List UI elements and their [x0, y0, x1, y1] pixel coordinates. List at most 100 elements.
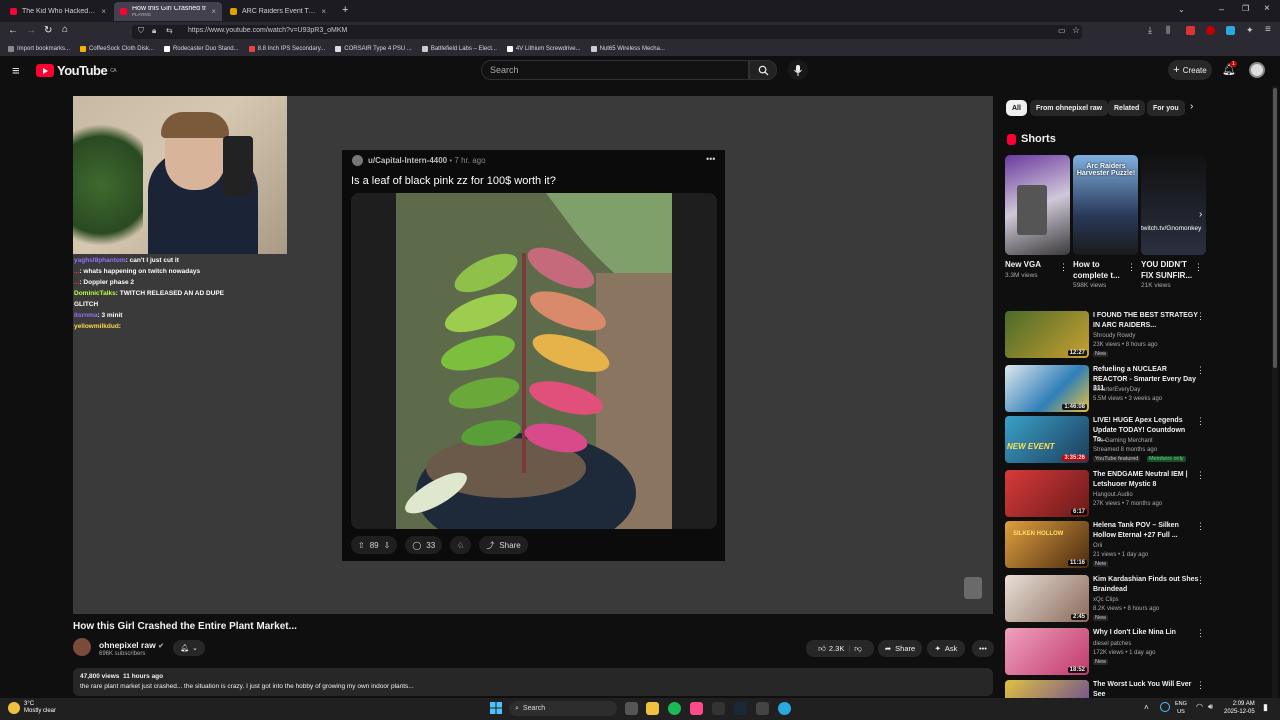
short-title[interactable]: New VGA — [1005, 259, 1063, 270]
downloads-icon[interactable]: ⤓ — [1148, 25, 1152, 36]
extension-icon[interactable] — [1206, 26, 1215, 35]
browser-tab-active[interactable]: How this Girl Crashed the Entire PLAYING… — [114, 2, 222, 21]
short-thumbnail[interactable] — [1005, 155, 1070, 255]
page-scrollbar-thumb[interactable] — [1273, 88, 1277, 368]
channel-watermark-icon[interactable] — [964, 577, 982, 599]
recommended-video[interactable]: SILKEN HOLLOW 11:16 Helena Tank POV – Si… — [1005, 521, 1205, 569]
bookmark-item[interactable]: 8.8 Inch IPS Secondary... — [248, 46, 325, 52]
recommended-video[interactable]: 2:45 Kim Kardashian Finds out Shes Brain… — [1005, 575, 1205, 623]
bookmark-item[interactable]: CoffeeSock Cloth Disk... — [80, 46, 154, 52]
taskbar-clock[interactable]: 2:09 AM 2025-12-05 — [1224, 700, 1255, 716]
steam-icon[interactable] — [734, 702, 747, 715]
tray-app-icon[interactable] — [1160, 702, 1170, 712]
minimize-window-icon[interactable]: – — [1219, 4, 1224, 14]
chip-for-you[interactable]: For you — [1147, 100, 1185, 116]
share-button[interactable]: ➦ Share — [878, 640, 922, 657]
bookmark-item[interactable]: CORSAIR Type 4 PSU ... — [335, 46, 412, 52]
language-indicator[interactable]: ENG US — [1175, 700, 1187, 716]
app-icon[interactable] — [712, 702, 725, 715]
firefox-icon[interactable] — [690, 702, 703, 715]
menu-icon[interactable]: ≡ — [1265, 24, 1271, 35]
voice-search-button[interactable] — [788, 60, 808, 80]
dislike-button[interactable]: 👎︎ — [854, 644, 862, 654]
like-button[interactable]: 👍︎ 2.3K — [818, 644, 844, 654]
video-menu-icon[interactable]: ⋮ — [1196, 311, 1205, 322]
lock-icon[interactable]: 🔒︎ — [152, 26, 156, 36]
extension-icon[interactable] — [1186, 26, 1195, 35]
app-icon[interactable] — [756, 702, 769, 715]
browser-tab[interactable]: ARC Raiders Event Timers | Me × — [224, 2, 332, 21]
wifi-icon[interactable]: ◠ — [1196, 702, 1203, 711]
shorts-next-chevron-icon[interactable]: › — [1199, 209, 1202, 220]
hamburger-menu-icon[interactable]: ≡ — [12, 63, 20, 78]
bookmark-item[interactable]: Import bookmarks... — [8, 46, 70, 52]
video-menu-icon[interactable]: ⋮ — [1196, 628, 1205, 639]
permissions-icon[interactable]: ⇆ — [166, 26, 173, 35]
bookmark-item[interactable]: 4V Lithium Screwdrive... — [506, 46, 581, 52]
search-input[interactable]: Search — [481, 60, 749, 80]
close-tab-icon[interactable]: × — [101, 7, 106, 16]
reader-view-icon[interactable]: ▭ — [1058, 26, 1066, 35]
notification-center-icon[interactable]: ▮ — [1263, 702, 1268, 713]
recommended-video[interactable]: The Worst Luck You Will Ever See ⋮ — [1005, 680, 1205, 698]
tab-list-chevron-icon[interactable]: ⌄ — [1178, 5, 1185, 14]
chip-all[interactable]: All — [1006, 100, 1027, 116]
chip-from-channel[interactable]: From ohnepixel raw — [1030, 100, 1109, 116]
close-tab-icon[interactable]: × — [211, 7, 216, 16]
chip-related[interactable]: Related — [1108, 100, 1146, 116]
extensions-puzzle-icon[interactable]: ✦ — [1246, 25, 1254, 36]
ask-button[interactable]: ✦ Ask — [927, 640, 965, 657]
create-button[interactable]: + Create — [1168, 60, 1212, 80]
more-actions-button[interactable]: ••• — [972, 640, 994, 657]
description-box[interactable]: 47,800 views 11 hours ago the rare plant… — [73, 668, 993, 696]
library-icon[interactable]: ⫼ — [1166, 25, 1170, 36]
taskbar-search[interactable]: ⌕ Search — [509, 701, 617, 716]
video-menu-icon[interactable]: ⋮ — [1196, 575, 1205, 586]
short-menu-icon[interactable]: ⋮ — [1059, 262, 1068, 273]
bookmark-item[interactable]: Nut65 Wireless Mecha... — [590, 46, 665, 52]
bookmark-item[interactable]: Rodecaster Duo Stand... — [163, 46, 239, 52]
recommended-video[interactable]: 18:52 Why I don't Like Nina Lin diesel p… — [1005, 628, 1205, 676]
video-menu-icon[interactable]: ⋮ — [1196, 680, 1205, 691]
shield-icon[interactable]: ⛉ — [138, 26, 144, 36]
youtube-logo[interactable]: YouTube CA — [36, 63, 117, 78]
file-explorer-icon[interactable] — [646, 702, 659, 715]
forward-icon[interactable]: → — [26, 25, 36, 36]
back-icon[interactable]: ← — [8, 25, 18, 36]
app-icon[interactable] — [778, 702, 791, 715]
browser-tab[interactable]: The Kid Who Hacked the Penta × — [4, 2, 112, 21]
bookmark-star-icon[interactable]: ☆ — [1072, 25, 1080, 36]
account-avatar[interactable] — [1249, 62, 1265, 78]
new-tab-button[interactable]: + — [342, 4, 348, 16]
spotify-icon[interactable] — [668, 702, 681, 715]
recommended-video[interactable]: 12:27 I FOUND THE BEST STRATEGY IN ARC R… — [1005, 311, 1205, 359]
short-menu-icon[interactable]: ⋮ — [1127, 262, 1136, 273]
home-icon[interactable]: ⌂ — [62, 24, 68, 35]
video-menu-icon[interactable]: ⋮ — [1196, 416, 1205, 427]
tray-chevron-up-icon[interactable]: ˄ — [1144, 703, 1149, 712]
short-title[interactable]: How to complete t... — [1073, 259, 1131, 281]
subscription-bell-button[interactable]: 🔔︎ ⌄ — [173, 640, 205, 656]
start-button[interactable] — [490, 702, 502, 714]
short-menu-icon[interactable]: ⋮ — [1194, 262, 1203, 273]
chips-next-chevron-icon[interactable]: › — [1190, 101, 1193, 112]
task-view-icon[interactable] — [625, 702, 638, 715]
channel-avatar[interactable] — [73, 638, 91, 656]
short-thumbnail[interactable]: twitch.tv/Gnomonkey — [1141, 155, 1206, 255]
short-thumbnail[interactable]: Arc Raiders Harvester Puzzle! — [1073, 155, 1138, 255]
short-title[interactable]: YOU DIDN'T FIX SUNFIR... — [1141, 259, 1199, 281]
search-button[interactable] — [749, 60, 777, 80]
extension-icon[interactable] — [1226, 26, 1235, 35]
channel-name[interactable]: ohnepixel raw ✔ — [99, 640, 164, 650]
video-menu-icon[interactable]: ⋮ — [1196, 470, 1205, 481]
reload-icon[interactable]: ↻ — [44, 25, 52, 36]
close-tab-icon[interactable]: × — [321, 7, 326, 16]
bookmark-item[interactable]: Battlefield Labs – Elect... — [421, 46, 497, 52]
close-window-icon[interactable]: × — [1264, 3, 1270, 14]
recommended-video[interactable]: 6:17 The ENDGAME Neutral IEM | Letshuoer… — [1005, 470, 1205, 518]
maximize-window-icon[interactable]: ❐ — [1242, 4, 1249, 13]
recommended-video[interactable]: 1:46:08 Refueling a NUCLEAR REACTOR - Sm… — [1005, 365, 1205, 413]
video-menu-icon[interactable]: ⋮ — [1196, 365, 1205, 376]
url-text[interactable]: https://www.youtube.com/watch?v=U93pR3_o… — [188, 27, 347, 34]
volume-icon[interactable]: 🔊︎ — [1208, 702, 1213, 712]
